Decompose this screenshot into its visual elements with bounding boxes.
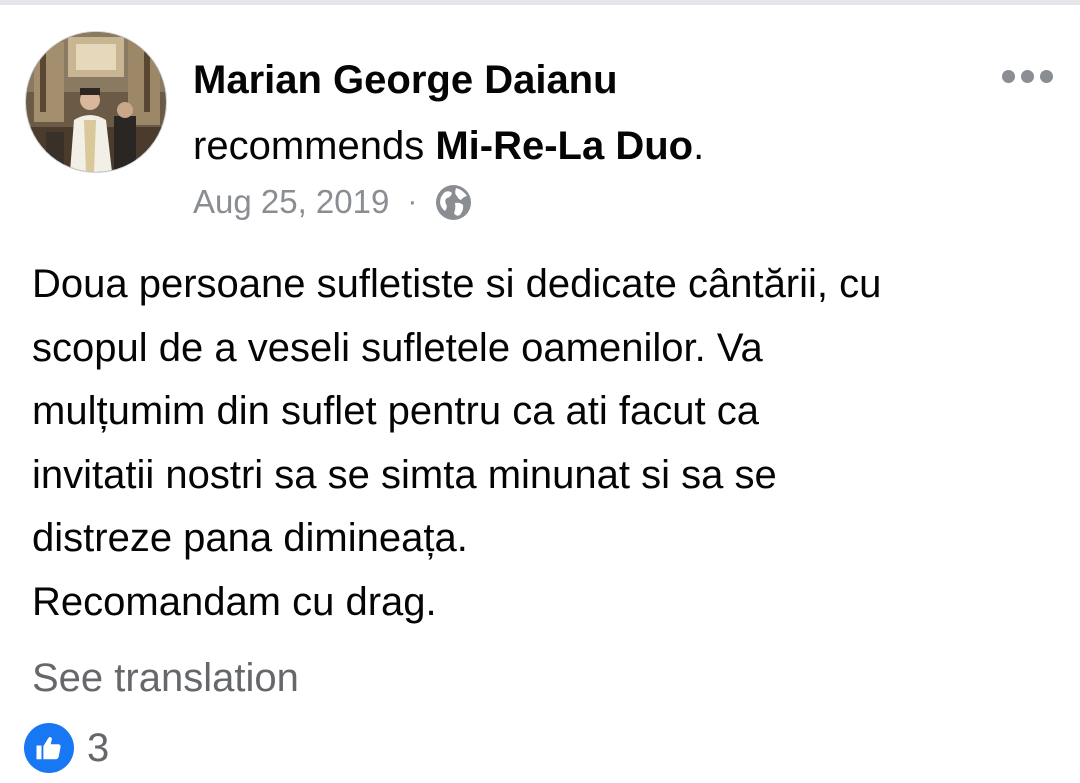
like-icon (24, 723, 74, 773)
reactions-summary[interactable]: 3 (24, 720, 109, 776)
more-options-icon-dot (1001, 69, 1015, 83)
post-body-line: mulțumim din suflet pentru ca ati facut … (32, 389, 759, 433)
post-body-line: scopul de a veseli sufletele oamenilor. … (32, 325, 763, 370)
recommendation-line: recommends Mi-Re-La Duo. (193, 121, 704, 171)
post-body-line: invitatii nostri sa se simta minunat si … (32, 452, 777, 497)
more-options-button[interactable] (994, 61, 1060, 91)
more-options-icon-dot (1039, 69, 1053, 83)
globe-icon[interactable] (435, 184, 472, 221)
post-meta: Aug 25, 2019 · (193, 180, 472, 224)
more-options-icon-dot (1020, 69, 1034, 83)
avatar[interactable] (26, 32, 166, 172)
see-translation-link[interactable]: See translation (32, 650, 299, 706)
reaction-count: 3 (87, 725, 110, 770)
post-body-line: Recomandam cu drag. (32, 579, 437, 624)
author-name[interactable]: Marian George Daianu (193, 55, 618, 105)
recommend-suffix: . (693, 124, 705, 168)
recommend-verb: recommends (193, 124, 425, 168)
recommendation-post: Marian George Daianu recommends Mi-Re-La… (0, 5, 1080, 783)
post-body-line: Doua persoane sufletiste si dedicate cân… (32, 262, 882, 306)
avatar-image (26, 32, 166, 172)
post-body-line: distreze pana dimineața. (32, 516, 468, 560)
post-date[interactable]: Aug 25, 2019 (193, 183, 389, 221)
recommended-page-name[interactable]: Mi-Re-La Duo (435, 124, 693, 168)
post-body: Doua persoane sufletiste si dedicate cân… (32, 253, 1062, 634)
meta-separator: · (407, 185, 418, 218)
